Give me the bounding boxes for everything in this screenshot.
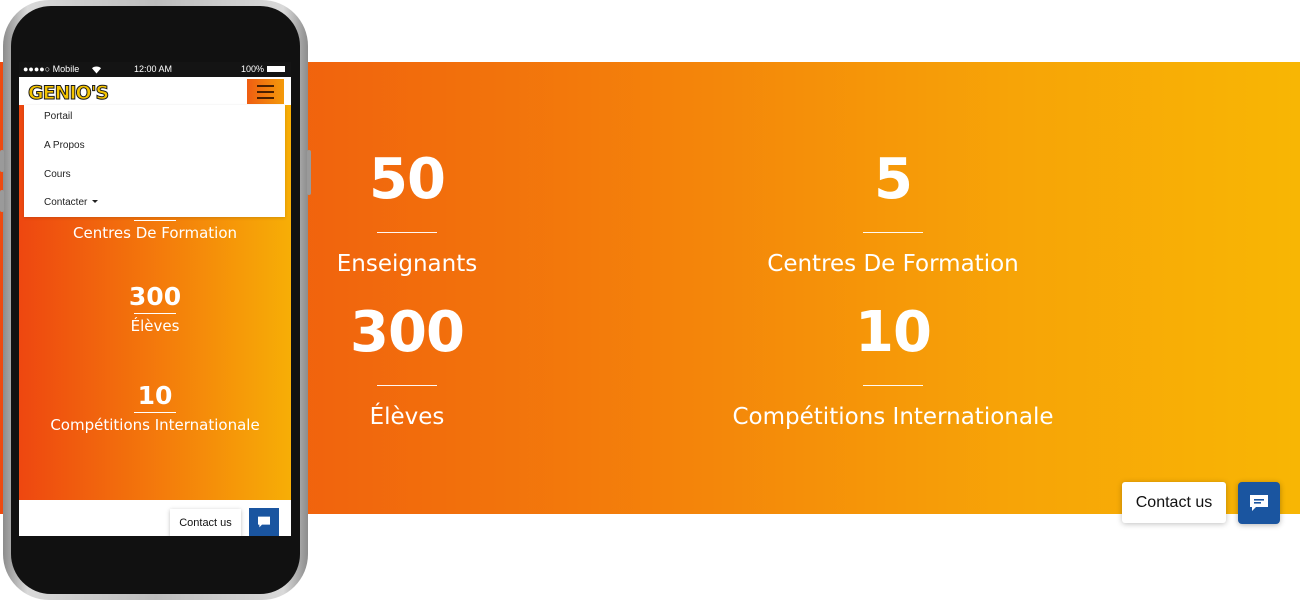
hamburger-menu-button[interactable] [247,79,284,104]
chat-icon [1250,495,1268,511]
nav-item-cours[interactable]: Cours [44,169,71,180]
mobile-stat-competitions: 10 Compétitions Internationale [19,382,291,435]
stat-label: Compétitions Internationale [50,416,260,434]
chat-button[interactable] [1238,482,1280,524]
carrier-text: ●●●●○ Mobile [23,64,80,74]
mobile-contact-us-label[interactable]: Contact us [170,509,241,536]
mobile-stat-centres: Centres De Formation [19,220,291,243]
nav-item-contacter[interactable]: Contacter [44,197,99,208]
wifi-icon [92,66,101,74]
clock-text: 12:00 AM [134,64,173,74]
status-bar: ●●●●○ Mobile 12:00 AM 100% [19,62,291,77]
nav-item-contacter-label: Contacter [44,197,88,208]
stat-number: 5 [874,147,913,212]
phone-power-button [307,150,311,195]
mobile-navbar: GENIO'S [19,77,291,105]
phone-side-button [0,190,4,212]
stat-divider [863,385,923,386]
stat-centres: 5 Centres De Formation [683,150,1103,278]
hamburger-line [257,97,274,99]
nav-item-portail[interactable]: Portail [44,111,72,122]
mobile-stat-eleves: 300 Élèves [19,283,291,336]
stat-divider [377,232,437,233]
chat-icon [258,516,270,528]
stat-divider [863,232,923,233]
mobile-chat-button[interactable] [249,508,279,536]
stat-divider [134,412,176,413]
stat-number: 10 [137,381,173,410]
stat-divider [134,313,176,314]
phone-screen: ●●●●○ Mobile 12:00 AM 100% GENIO'S Porta… [19,62,291,536]
caret-down-icon [92,200,99,203]
stat-label: Centres De Formation [73,224,237,242]
battery-text: 100% [241,64,265,74]
mobile-nav-menu: Portail A Propos Cours Contacter [24,105,285,217]
stat-divider [377,385,437,386]
genios-logo[interactable]: GENIO'S [27,82,109,105]
stat-label: Centres De Formation [767,251,1019,277]
contact-us-label[interactable]: Contact us [1122,482,1226,523]
stat-number: 10 [855,300,932,365]
phone-side-button [0,150,4,172]
battery-icon [267,66,285,72]
stat-label: Compétitions Internationale [732,404,1054,430]
hamburger-line [257,91,274,93]
stat-divider [134,220,176,221]
nav-item-a-propos[interactable]: A Propos [44,140,85,151]
stat-competitions: 10 Compétitions Internationale [683,303,1103,431]
stat-label: Élèves [130,317,180,335]
hamburger-line [257,85,274,87]
stat-number: 300 [128,282,182,311]
